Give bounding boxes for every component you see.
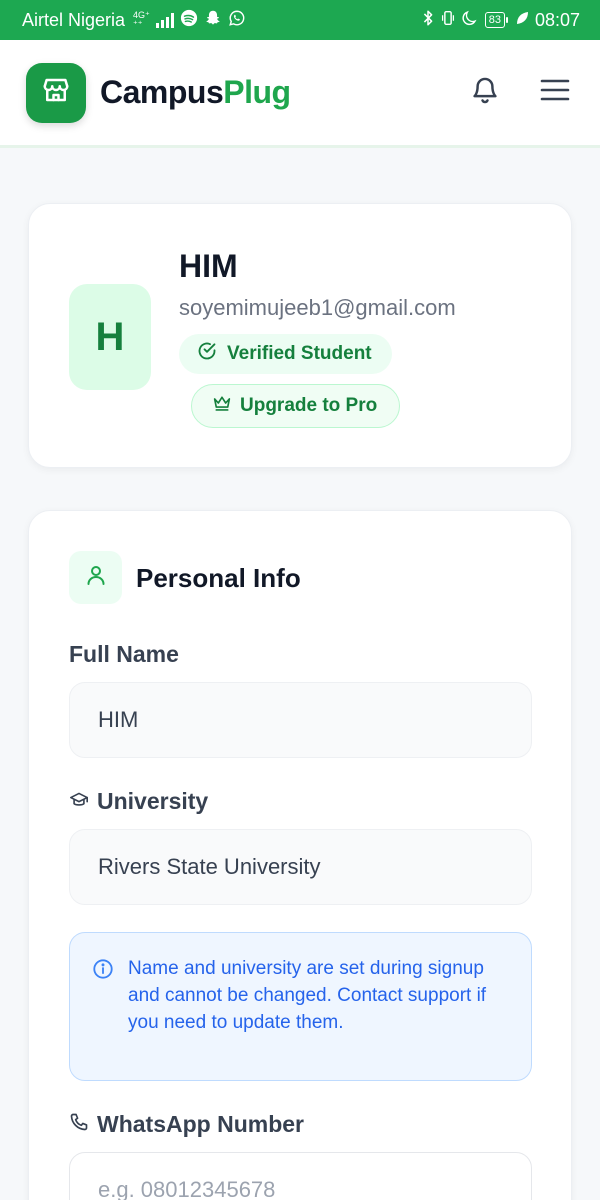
app-header: CampusPlug [0, 40, 600, 148]
phone-icon [69, 1111, 89, 1138]
do-not-disturb-moon-icon [461, 9, 479, 32]
university-field: Rivers State University [69, 829, 532, 905]
battery-indicator: 83 [484, 12, 509, 28]
profile-email: soyemimujeeb1@gmail.com [179, 295, 456, 320]
bluetooth-icon [421, 9, 435, 32]
university-value: Rivers State University [98, 854, 321, 879]
battery-saver-leaf-icon [515, 10, 529, 31]
status-right: 83 08:07 [421, 9, 580, 32]
verified-student-badge: Verified Student [179, 334, 392, 374]
menu-button[interactable] [538, 76, 572, 110]
snapchat-icon [204, 9, 222, 32]
carrier-name: Airtel Nigeria [22, 9, 126, 30]
university-label: University [69, 788, 208, 815]
user-icon [84, 563, 108, 592]
verified-label: Verified Student [227, 343, 372, 364]
app-logo[interactable] [26, 62, 86, 123]
brand-name: CampusPlug [100, 74, 291, 110]
upgrade-to-pro-button[interactable]: Upgrade to Pro [191, 384, 401, 428]
signal-strength-icon [155, 12, 174, 28]
bell-icon [470, 74, 500, 111]
profile-card: H HIM soyemimujeeb1@gmail.com Verified S… [28, 203, 572, 468]
hamburger-menu-icon [540, 78, 570, 107]
whatsapp-status-icon [228, 9, 246, 32]
full-name-label: Full Name [69, 641, 179, 667]
network-type-indicator: 4G⁺ ⁺⁺ [133, 10, 150, 29]
crown-icon [212, 394, 232, 418]
header-actions [468, 76, 574, 110]
store-icon [41, 75, 71, 110]
graduation-cap-icon [69, 788, 89, 815]
personal-info-card: Personal Info Full Name HIM University R… [28, 510, 572, 1200]
status-left: Airtel Nigeria 4G⁺ ⁺⁺ [22, 9, 246, 32]
info-notice: Name and university are set during signu… [69, 932, 532, 1081]
clock: 08:07 [534, 9, 580, 30]
info-circle-icon [92, 958, 114, 1080]
spotify-icon [180, 9, 198, 32]
notice-text: Name and university are set during signu… [128, 958, 487, 1033]
upgrade-label: Upgrade to Pro [240, 395, 378, 416]
status-bar: Airtel Nigeria 4G⁺ ⁺⁺ 83 08:07 [0, 0, 600, 40]
full-name-value: HIM [98, 707, 139, 732]
notifications-button[interactable] [468, 76, 502, 110]
whatsapp-number-input[interactable] [69, 1152, 532, 1200]
check-circle-icon [197, 341, 217, 367]
section-icon [69, 551, 122, 604]
vibrate-icon [441, 9, 455, 32]
avatar: H [69, 284, 151, 390]
whatsapp-label: WhatsApp Number [69, 1111, 304, 1138]
full-name-field: HIM [69, 682, 532, 758]
section-title: Personal Info [136, 563, 301, 593]
profile-name: HIM [179, 248, 238, 284]
